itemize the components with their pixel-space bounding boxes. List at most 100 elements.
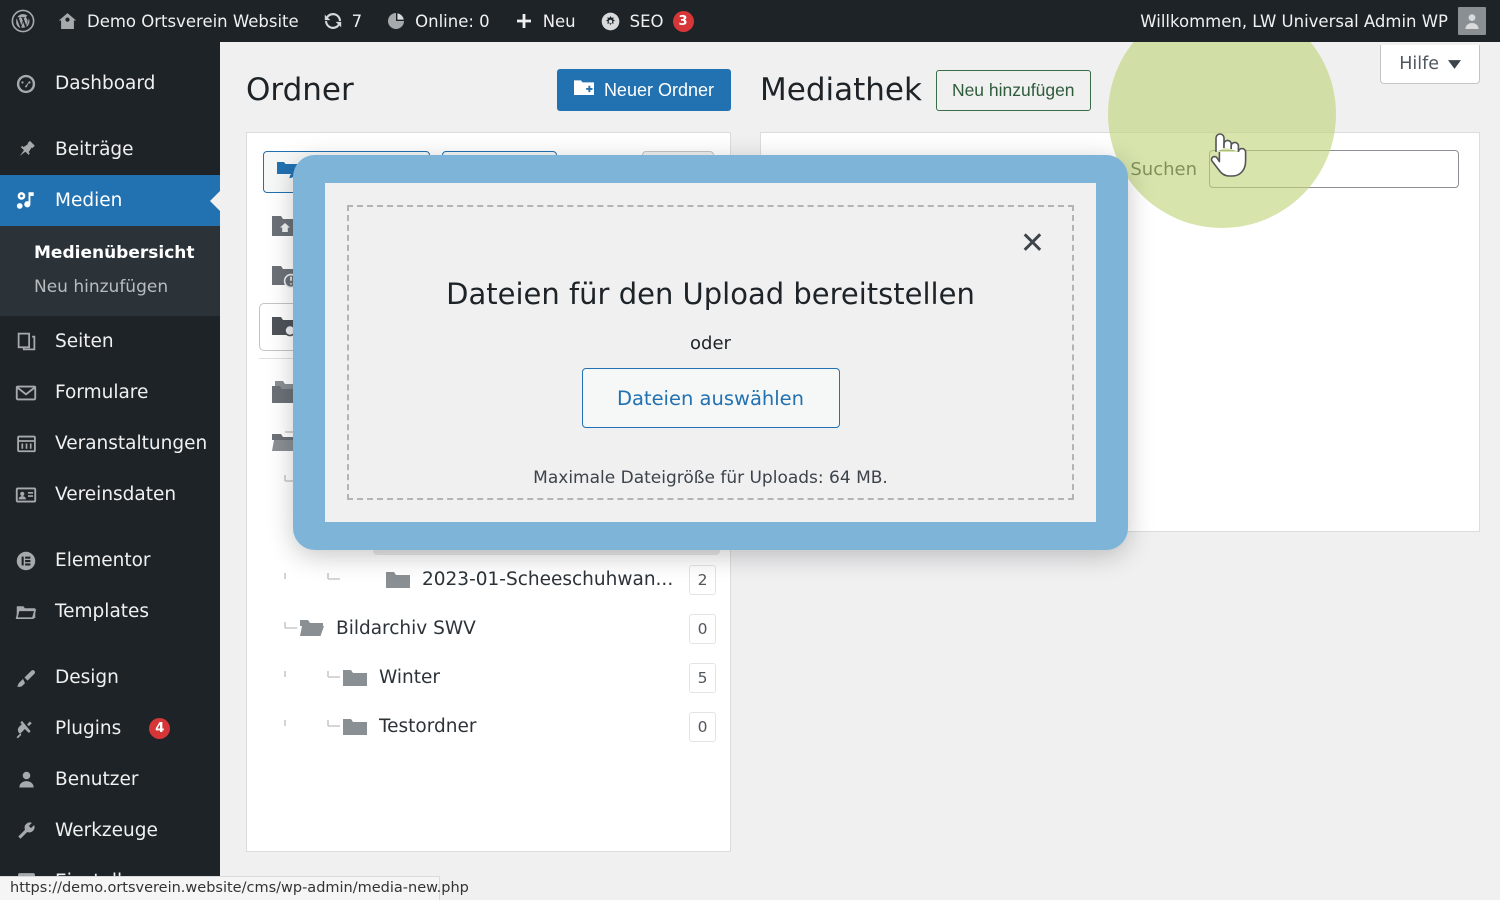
submenu-item-medienuebersicht[interactable]: Medienübersicht bbox=[0, 236, 220, 270]
search-label: Suchen bbox=[1130, 158, 1197, 180]
tree-label: 2023-01-Scheeschuhwan... bbox=[422, 569, 674, 590]
sidebar-item-formulare[interactable]: Formulare bbox=[0, 367, 220, 418]
seo-menu[interactable]: SEO 3 bbox=[588, 0, 706, 42]
avatar bbox=[1458, 7, 1486, 35]
seo-count-badge: 3 bbox=[672, 10, 694, 32]
wrench-icon bbox=[13, 820, 39, 842]
submenu-item-neu-hinzufuegen[interactable]: Neu hinzufügen bbox=[0, 270, 220, 304]
pin-icon bbox=[13, 139, 39, 160]
pie-chart-icon bbox=[386, 11, 406, 31]
online-users-menu[interactable]: Online: 0 bbox=[374, 0, 502, 42]
mouse-cursor bbox=[1204, 128, 1252, 188]
sidebar-item-label: Elementor bbox=[55, 550, 151, 571]
media-icon bbox=[13, 190, 39, 212]
ordner-header: Ordner Neuer Ordner bbox=[246, 60, 731, 120]
sidebar-item-werkzeuge[interactable]: Werkzeuge bbox=[0, 805, 220, 856]
plug-icon bbox=[13, 718, 39, 740]
tree-count: 0 bbox=[689, 613, 716, 644]
account-menu[interactable]: Willkommen, LW Universal Admin WP bbox=[1140, 7, 1500, 35]
admin-sidebar: Dashboard Beiträge Medien Medienübersich… bbox=[0, 42, 220, 900]
site-name-label: Demo Ortsverein Website bbox=[87, 11, 299, 31]
pages-icon bbox=[13, 331, 39, 352]
tree-label: Testordner bbox=[379, 716, 477, 737]
folder-plus-icon bbox=[573, 79, 594, 101]
sidebar-item-beitraege[interactable]: Beiträge bbox=[0, 124, 220, 175]
elementor-icon bbox=[13, 550, 39, 572]
admin-bar: Demo Ortsverein Website 7 Online: 0 Neu … bbox=[0, 0, 1500, 42]
home-icon bbox=[57, 11, 78, 32]
tree-row[interactable]: Bildarchiv SWV 0 bbox=[265, 604, 720, 653]
sidebar-item-veranstaltungen[interactable]: Veranstaltungen bbox=[0, 418, 220, 469]
sidebar-item-templates[interactable]: Templates bbox=[0, 586, 220, 637]
updates-icon bbox=[323, 11, 343, 31]
gear-icon bbox=[600, 11, 621, 32]
tree-row[interactable]: Testordner 0 bbox=[265, 702, 720, 751]
tree-connector bbox=[265, 567, 385, 589]
folder-icon bbox=[342, 667, 368, 688]
plus-icon bbox=[514, 11, 534, 31]
add-new-media-button[interactable]: Neu hinzufügen bbox=[935, 69, 1091, 111]
close-icon[interactable]: ✕ bbox=[1020, 229, 1045, 259]
site-name-menu[interactable]: Demo Ortsverein Website bbox=[45, 0, 311, 42]
new-content-menu[interactable]: Neu bbox=[502, 0, 588, 42]
tree-connector bbox=[265, 665, 342, 687]
select-files-button[interactable]: Dateien auswählen bbox=[581, 368, 840, 428]
wordpress-logo-icon bbox=[11, 9, 35, 33]
sidebar-item-vereinsdaten[interactable]: Vereinsdaten bbox=[0, 469, 220, 520]
tree-label: Winter bbox=[379, 667, 440, 688]
medien-submenu: Medienübersicht Neu hinzufügen bbox=[0, 226, 220, 316]
mediathek-title: Mediathek bbox=[760, 72, 922, 108]
sidebar-item-label: Beiträge bbox=[55, 139, 134, 160]
status-bar-url: https://demo.ortsverein.website/cms/wp-a… bbox=[0, 876, 469, 900]
max-filesize-note: Maximale Dateigröße für Uploads: 64 MB. bbox=[533, 468, 888, 488]
sidebar-item-label: Seiten bbox=[55, 331, 114, 352]
new-folder-button[interactable]: Neuer Ordner bbox=[556, 69, 731, 111]
sidebar-item-label: Formulare bbox=[55, 382, 149, 403]
help-button[interactable]: Hilfe bbox=[1380, 45, 1480, 84]
sidebar-item-plugins[interactable]: Plugins 4 bbox=[0, 703, 220, 754]
chevron-down-icon bbox=[1448, 54, 1461, 74]
tree-row[interactable]: Winter 5 bbox=[265, 653, 720, 702]
tree-label: Bildarchiv SWV bbox=[336, 618, 476, 639]
sidebar-divider bbox=[0, 109, 220, 124]
sidebar-item-design[interactable]: Design bbox=[0, 652, 220, 703]
sidebar-item-elementor[interactable]: Elementor bbox=[0, 535, 220, 586]
tree-row[interactable]: 2023-01-Scheeschuhwan... 2 bbox=[265, 555, 720, 604]
user-icon bbox=[13, 769, 39, 790]
sidebar-item-label: Benutzer bbox=[55, 769, 139, 790]
wordpress-logo-button[interactable] bbox=[0, 0, 45, 42]
tree-connector bbox=[265, 714, 342, 736]
sidebar-item-label: Design bbox=[55, 667, 119, 688]
calendar-icon bbox=[13, 433, 39, 454]
envelope-icon bbox=[13, 382, 39, 404]
sidebar-item-label: Veranstaltungen bbox=[55, 433, 208, 454]
tree-count: 0 bbox=[689, 711, 716, 742]
upload-modal: ✕ Dateien für den Upload bereitstellen o… bbox=[293, 155, 1128, 550]
folder-icon bbox=[342, 716, 368, 737]
online-users-label: Online: 0 bbox=[415, 11, 490, 31]
folder-open-icon bbox=[13, 601, 39, 623]
tree-count: 5 bbox=[689, 662, 716, 693]
sidebar-item-dashboard[interactable]: Dashboard bbox=[0, 58, 220, 109]
sidebar-item-seiten[interactable]: Seiten bbox=[0, 316, 220, 367]
upload-dropzone[interactable]: ✕ Dateien für den Upload bereitstellen o… bbox=[347, 205, 1074, 500]
updates-menu[interactable]: 7 bbox=[311, 0, 375, 42]
sidebar-item-label: Medien bbox=[55, 190, 123, 211]
page-title: Ordner bbox=[246, 72, 354, 108]
new-content-label: Neu bbox=[542, 11, 576, 31]
tree-connector bbox=[265, 616, 299, 638]
upload-or-label: oder bbox=[690, 333, 731, 354]
seo-label: SEO bbox=[629, 11, 664, 31]
upload-modal-inner: ✕ Dateien für den Upload bereitstellen o… bbox=[325, 183, 1096, 522]
sidebar-item-benutzer[interactable]: Benutzer bbox=[0, 754, 220, 805]
sidebar-item-label: Werkzeuge bbox=[55, 820, 158, 841]
plugins-count-badge: 4 bbox=[149, 718, 171, 739]
sidebar-divider bbox=[0, 637, 220, 652]
sidebar-item-medien[interactable]: Medien bbox=[0, 175, 220, 226]
folder-open-icon bbox=[299, 618, 325, 639]
greeting-label: Willkommen, LW Universal Admin WP bbox=[1140, 11, 1448, 31]
tree-count: 2 bbox=[689, 564, 716, 595]
sidebar-item-label: Templates bbox=[55, 601, 150, 622]
id-card-icon bbox=[13, 484, 39, 506]
dashboard-icon bbox=[13, 73, 39, 95]
